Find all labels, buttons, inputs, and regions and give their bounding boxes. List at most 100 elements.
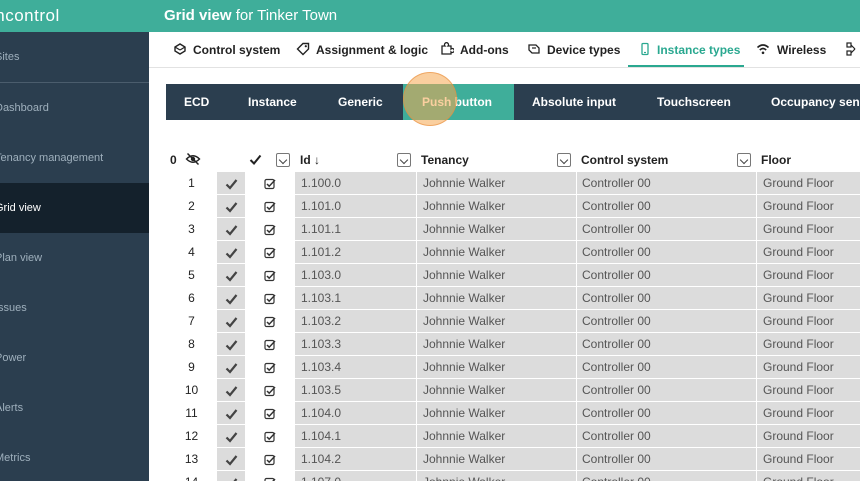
cell-control-system[interactable]: Controller 00: [576, 172, 756, 194]
cell-id[interactable]: 1.101.0: [295, 195, 416, 217]
table-row[interactable]: 4 1.101.2 Johnnie Walker Controller 00 Groun…: [166, 241, 860, 264]
cell-id[interactable]: 1.101.1: [295, 218, 416, 240]
cell-control-system[interactable]: Controller 00: [576, 195, 756, 217]
cell-floor[interactable]: Ground Floor: [756, 356, 860, 378]
cell-control-system[interactable]: Controller 00: [576, 310, 756, 332]
table-row[interactable]: 3 1.101.1 Johnnie Walker Controller 00 Groun…: [166, 218, 860, 241]
cell-tenancy[interactable]: Johnnie Walker: [416, 356, 576, 378]
tab-instance-types[interactable]: Instance types: [628, 32, 744, 67]
tab-add-ons[interactable]: Add-ons: [440, 32, 509, 67]
cell-control-system[interactable]: Controller 00: [576, 471, 756, 481]
cell-tenancy[interactable]: Johnnie Walker: [416, 218, 576, 240]
cell-tenancy[interactable]: Johnnie Walker: [416, 448, 576, 470]
sidebar-item-alerts[interactable]: Alerts: [0, 383, 149, 433]
app-logo[interactable]: incontrol: [0, 6, 150, 26]
cell-floor[interactable]: Ground Floor: [756, 379, 860, 401]
cell-control-system[interactable]: Controller 00: [576, 425, 756, 447]
table-row[interactable]: 5 1.103.0 Johnnie Walker Controller 00 Groun…: [166, 264, 860, 287]
id-column-dropdown[interactable]: [397, 153, 411, 167]
cell-tenancy[interactable]: Johnnie Walker: [416, 379, 576, 401]
row-select-checkbox[interactable]: [245, 425, 295, 447]
tab-more[interactable]: [844, 32, 860, 67]
row-select-checkbox[interactable]: [245, 241, 295, 263]
row-select-checkbox[interactable]: [245, 195, 295, 217]
cell-tenancy[interactable]: Johnnie Walker: [416, 172, 576, 194]
cell-floor[interactable]: Ground Floor: [756, 471, 860, 481]
cell-control-system[interactable]: Controller 00: [576, 218, 756, 240]
table-row[interactable]: 9 1.103.4 Johnnie Walker Controller 00 Groun…: [166, 356, 860, 379]
cell-id[interactable]: 1.103.5: [295, 379, 416, 401]
table-row[interactable]: 6 1.103.1 Johnnie Walker Controller 00 Groun…: [166, 287, 860, 310]
table-row[interactable]: 13 1.104.2 Johnnie Walker Controller 00 Grou…: [166, 448, 860, 471]
cell-floor[interactable]: Ground Floor: [756, 287, 860, 309]
row-select-checkbox[interactable]: [245, 356, 295, 378]
row-select-checkbox[interactable]: [245, 448, 295, 470]
row-select-checkbox[interactable]: [245, 402, 295, 424]
sidebar-item-grid-view[interactable]: Grid view: [0, 183, 149, 233]
row-select-checkbox[interactable]: [245, 172, 295, 194]
cell-id[interactable]: 1.104.0: [295, 402, 416, 424]
row-select-checkbox[interactable]: [245, 310, 295, 332]
table-row[interactable]: 8 1.103.3 Johnnie Walker Controller 00 Groun…: [166, 333, 860, 356]
cell-id[interactable]: 1.101.2: [295, 241, 416, 263]
sidebar-item-issues[interactable]: Issues: [0, 283, 149, 333]
row-select-checkbox[interactable]: [245, 218, 295, 240]
cell-floor[interactable]: Ground Floor: [756, 241, 860, 263]
subtab-push-button[interactable]: Push button: [403, 84, 514, 120]
cell-control-system[interactable]: Controller 00: [576, 241, 756, 263]
sidebar-item-tenancy-management[interactable]: Tenancy management: [0, 133, 149, 183]
cell-id[interactable]: 1.103.2: [295, 310, 416, 332]
cell-id[interactable]: 1.107.0: [295, 471, 416, 481]
cell-tenancy[interactable]: Johnnie Walker: [416, 402, 576, 424]
table-row[interactable]: 11 1.104.0 Johnnie Walker Controller 00 Grou…: [166, 402, 860, 425]
table-row[interactable]: 10 1.103.5 Johnnie Walker Controller 00 Grou…: [166, 379, 860, 402]
table-row[interactable]: 12 1.104.1 Johnnie Walker Controller 00 Grou…: [166, 425, 860, 448]
subtab-touchscreen[interactable]: Touchscreen: [636, 84, 750, 120]
column-header-floor[interactable]: Floor: [761, 148, 851, 172]
cell-floor[interactable]: Ground Floor: [756, 172, 860, 194]
control-system-column-dropdown[interactable]: [737, 153, 751, 167]
tab-assignment-logic[interactable]: Assignment & logic: [296, 32, 428, 67]
cell-floor[interactable]: Ground Floor: [756, 402, 860, 424]
cell-control-system[interactable]: Controller 00: [576, 356, 756, 378]
cell-id[interactable]: 1.100.0: [295, 172, 416, 194]
sidebar-item-dashboard[interactable]: Dashboard: [0, 83, 149, 133]
table-row[interactable]: 14 1.107.0Johnnie WalkerController 00Grou…: [166, 471, 860, 481]
cell-tenancy[interactable]: Johnnie Walker: [416, 425, 576, 447]
row-select-checkbox[interactable]: [245, 264, 295, 286]
subtab-occupancy-sensor[interactable]: Occupancy sensor: [750, 84, 860, 120]
eye-slash-icon[interactable]: [185, 148, 201, 172]
tab-control-system[interactable]: Control system: [173, 32, 280, 67]
sidebar-item-power[interactable]: Power: [0, 333, 149, 383]
cell-control-system[interactable]: Controller 00: [576, 402, 756, 424]
table-row[interactable]: 1 1.100.0 Johnnie Walker Controller 00 Groun…: [166, 172, 860, 195]
tab-wireless[interactable]: Wireless: [756, 32, 836, 67]
subtab-generic[interactable]: Generic: [318, 84, 403, 120]
cell-id[interactable]: 1.103.1: [295, 287, 416, 309]
subtab-ecd[interactable]: ECD: [166, 84, 228, 120]
subtab-absolute-input[interactable]: Absolute input: [514, 84, 636, 120]
cell-control-system[interactable]: Controller 00: [576, 264, 756, 286]
cell-id[interactable]: 1.103.4: [295, 356, 416, 378]
cell-floor[interactable]: Ground Floor: [756, 310, 860, 332]
table-row[interactable]: 7 1.103.2 Johnnie Walker Controller 00 Groun…: [166, 310, 860, 333]
cell-tenancy[interactable]: Johnnie Walker: [416, 287, 576, 309]
cell-floor[interactable]: Ground Floor: [756, 195, 860, 217]
cell-tenancy[interactable]: Johnnie Walker: [416, 241, 576, 263]
cell-id[interactable]: 1.104.1: [295, 425, 416, 447]
cell-tenancy[interactable]: Johnnie Walker: [416, 471, 576, 481]
cell-floor[interactable]: Ground Floor: [756, 264, 860, 286]
cell-control-system[interactable]: Controller 00: [576, 333, 756, 355]
cell-tenancy[interactable]: Johnnie Walker: [416, 333, 576, 355]
cell-id[interactable]: 1.104.2: [295, 448, 416, 470]
tenancy-column-dropdown[interactable]: [557, 153, 571, 167]
row-select-checkbox[interactable]: [245, 333, 295, 355]
subtab-instance[interactable]: Instance: [228, 84, 318, 120]
cell-id[interactable]: 1.103.0: [295, 264, 416, 286]
sidebar-item-plan-view[interactable]: Plan view: [0, 233, 149, 283]
cell-control-system[interactable]: Controller 00: [576, 287, 756, 309]
cell-floor[interactable]: Ground Floor: [756, 425, 860, 447]
sidebar-item-sites[interactable]: Sites: [0, 32, 149, 83]
cell-id[interactable]: 1.103.3: [295, 333, 416, 355]
table-row[interactable]: 2 1.101.0 Johnnie Walker Controller 00 Groun…: [166, 195, 860, 218]
